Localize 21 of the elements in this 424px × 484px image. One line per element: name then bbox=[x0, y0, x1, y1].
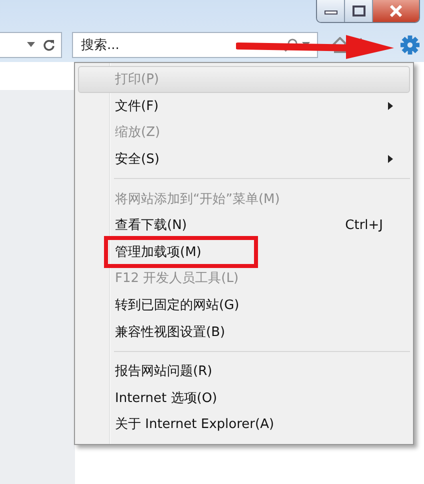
settings-icon[interactable] bbox=[400, 35, 420, 55]
close-button[interactable] bbox=[373, 0, 419, 22]
search-field[interactable]: 搜索... bbox=[72, 32, 318, 58]
refresh-icon[interactable] bbox=[43, 39, 55, 51]
address-field[interactable] bbox=[0, 32, 62, 58]
menu-item[interactable]: 管理加载项(M) bbox=[78, 238, 410, 266]
menu-item[interactable]: 关于 Internet Explorer(A) bbox=[78, 411, 410, 438]
maximize-icon bbox=[352, 5, 366, 17]
minimize-button[interactable] bbox=[317, 0, 345, 22]
menu-item[interactable]: 转到已固定的网站(G) bbox=[78, 292, 410, 318]
menu-item[interactable]: Internet 选项(O) bbox=[78, 384, 410, 412]
close-icon bbox=[389, 5, 403, 17]
search-icon[interactable] bbox=[284, 38, 298, 52]
dropdown-caret-icon bbox=[27, 42, 35, 48]
menu-item[interactable]: 文件(F) bbox=[78, 92, 410, 120]
shortcut-text: Ctrl+J bbox=[345, 218, 383, 233]
menu-item[interactable]: 安全(S) bbox=[78, 146, 410, 172]
menu-item[interactable]: 查看下载(N) Ctrl+J bbox=[78, 212, 410, 239]
menu-item[interactable]: 兼容性视图设置(B) bbox=[78, 318, 410, 345]
maximize-button[interactable] bbox=[345, 0, 373, 22]
menu-item[interactable]: 报告网站问题(R) bbox=[78, 358, 410, 385]
